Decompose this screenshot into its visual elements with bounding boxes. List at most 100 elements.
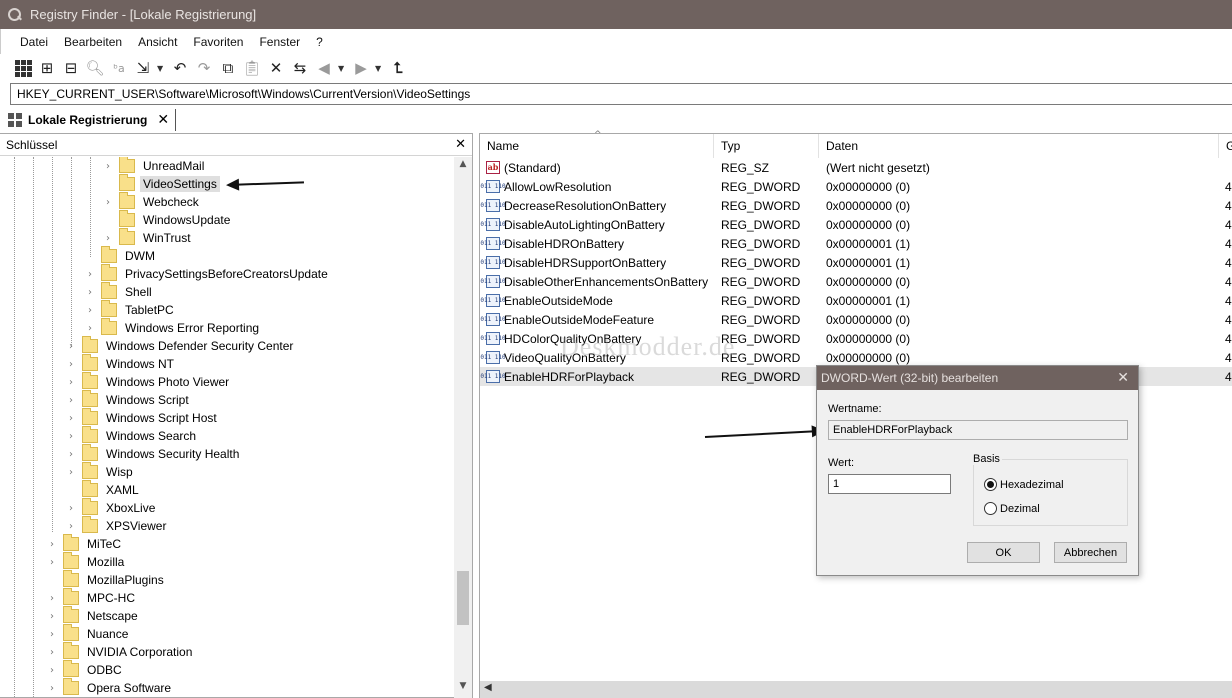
column-header-name[interactable]: ^ Name	[480, 130, 714, 158]
tree-item[interactable]: › Windows Script	[66, 390, 192, 409]
grid-icon[interactable]	[13, 58, 33, 78]
close-icon[interactable]: ✕	[157, 112, 169, 128]
tree-item[interactable]: › Shell	[85, 282, 155, 301]
chevron-down-icon[interactable]: ▼	[338, 64, 347, 73]
tree-item[interactable]: ›XAML	[66, 480, 142, 499]
chevron-right-icon[interactable]: ›	[66, 413, 76, 424]
tree-item[interactable]: › XboxLive	[66, 498, 158, 517]
menu-bearbeiten[interactable]: Bearbeiten	[56, 35, 130, 49]
chevron-right-icon[interactable]: ›	[47, 647, 57, 658]
tree-item[interactable]: › WinTrust	[103, 228, 194, 247]
list-item[interactable]: 011 110 DisableHDROnBattery REG_DWORD 0x000…	[480, 234, 1232, 253]
back-icon[interactable]: ◀	[314, 58, 334, 78]
chevron-right-icon[interactable]: ›	[85, 287, 95, 298]
list-item[interactable]: 011 110 DisableHDRSupportOnBattery REG_DWO…	[480, 253, 1232, 272]
copy-icon[interactable]: ⧉	[218, 58, 238, 78]
list-item[interactable]: 011 110 DisableOtherEnhancementsOnBattery…	[480, 272, 1232, 291]
chevron-right-icon[interactable]: ›	[85, 305, 95, 316]
tree-item[interactable]: › Opera Software	[47, 678, 174, 697]
column-header-data[interactable]: Daten	[819, 134, 1219, 158]
value-data-input[interactable]: 1	[828, 474, 951, 494]
redo-icon[interactable]: ↷	[194, 58, 214, 78]
list-item[interactable]: 011 110 DecreaseResolutionOnBattery REG_DW…	[480, 196, 1232, 215]
tree-item[interactable]: › Windows Error Reporting	[85, 318, 262, 337]
chevron-right-icon[interactable]: ›	[66, 341, 76, 352]
column-header-type[interactable]: Typ	[714, 134, 819, 158]
chevron-right-icon[interactable]: ›	[66, 359, 76, 370]
chevron-right-icon[interactable]: ›	[47, 683, 57, 694]
tree-item[interactable]: › UnreadMail	[103, 157, 207, 175]
tree-item[interactable]: › Windows NT	[66, 354, 177, 373]
tree-item[interactable]: ›DWM	[85, 246, 158, 265]
chevron-right-icon[interactable]: ›	[66, 431, 76, 442]
tree-item[interactable]: ›VideoSettings	[103, 174, 220, 193]
chevron-right-icon[interactable]: ›	[66, 521, 76, 532]
chevron-right-icon[interactable]: ›	[85, 269, 95, 280]
chevron-right-icon[interactable]: ›	[66, 449, 76, 460]
tree-item[interactable]: › NVIDIA Corporation	[47, 642, 195, 661]
tree-item[interactable]: ›MozillaPlugins	[47, 570, 167, 589]
save-icon[interactable]: ⊟	[61, 58, 81, 78]
list-item[interactable]: 011 110 EnableOutsideMode REG_DWORD 0x00000…	[480, 291, 1232, 310]
chevron-right-icon[interactable]: ›	[103, 161, 113, 172]
chevron-right-icon[interactable]: ›	[103, 233, 113, 244]
tree-item[interactable]: › TabletPC	[85, 300, 177, 319]
chevron-right-icon[interactable]: ›	[85, 323, 95, 334]
chevron-right-icon[interactable]: ›	[103, 197, 113, 208]
registry-icon[interactable]: ⊞	[37, 58, 57, 78]
tree-item[interactable]: › Webcheck	[103, 192, 202, 211]
value-name-field[interactable]: EnableHDRForPlayback	[828, 420, 1128, 440]
chevron-down-icon[interactable]: ▼	[454, 681, 472, 697]
cancel-button[interactable]: Abbrechen	[1054, 542, 1127, 563]
tree-item[interactable]: › Windows Photo Viewer	[66, 372, 232, 391]
address-bar[interactable]: HKEY_CURRENT_USER\Software\Microsoft\Win…	[10, 83, 1232, 105]
chevron-right-icon[interactable]: ›	[66, 503, 76, 514]
paste-icon[interactable]: 📋︎	[242, 58, 262, 78]
tree-item[interactable]: › PrivacySettingsBeforeCreatorsUpdate	[85, 264, 331, 283]
radio-hexadecimal[interactable]: Hexadezimal	[984, 478, 1064, 491]
menu-help[interactable]: ?	[308, 35, 331, 49]
ok-button[interactable]: OK	[967, 542, 1040, 563]
tree-item[interactable]: › MPC-HC	[47, 588, 138, 607]
radio-decimal[interactable]: Dezimal	[984, 502, 1040, 515]
tree-item[interactable]: › MiTeC	[47, 534, 124, 553]
tree-item[interactable]: › XPSViewer	[66, 516, 169, 535]
chevron-right-icon[interactable]: ›	[47, 629, 57, 640]
tree-item[interactable]: › Mozilla	[47, 552, 127, 571]
chevron-down-icon[interactable]: ▼	[157, 64, 166, 73]
chevron-up-icon[interactable]: ▲	[454, 159, 472, 175]
tree-item[interactable]: › Windows Script Host	[66, 408, 220, 427]
forward-icon[interactable]: ▶	[351, 58, 371, 78]
refresh-icon[interactable]: ⇆	[290, 58, 310, 78]
horizontal-scrollbar[interactable]: ◀	[480, 681, 1232, 698]
chevron-left-icon[interactable]: ◀	[484, 682, 492, 693]
tree-item[interactable]: › Windows Search	[66, 426, 199, 445]
tab-lokale-registrierung[interactable]: Lokale Registrierung ✕	[8, 109, 177, 131]
chevron-right-icon[interactable]: ›	[47, 611, 57, 622]
chevron-right-icon[interactable]: ›	[66, 377, 76, 388]
close-icon[interactable]: ✕	[1117, 370, 1129, 386]
chevron-right-icon[interactable]: ›	[47, 539, 57, 550]
replace-icon[interactable]: ᵇa	[109, 58, 129, 78]
tree-item[interactable]: › Nuance	[47, 624, 131, 643]
chevron-right-icon[interactable]: ›	[47, 557, 57, 568]
list-item[interactable]: 011 110 EnableOutsideModeFeature REG_DWORD…	[480, 310, 1232, 329]
menu-datei[interactable]: Datei	[12, 35, 56, 49]
export-icon[interactable]: ⇲	[133, 58, 153, 78]
chevron-right-icon[interactable]: ›	[66, 395, 76, 406]
scrollbar-thumb[interactable]	[457, 571, 469, 625]
list-item[interactable]: 011 110 AllowLowResolution REG_DWORD 0x0000…	[480, 177, 1232, 196]
parent-key-icon[interactable]: ⮤	[388, 58, 408, 78]
tree-item[interactable]: › ODBC	[47, 660, 125, 679]
chevron-down-icon[interactable]: ▼	[375, 64, 384, 73]
tree-item[interactable]: › Windows Defender Security Center	[66, 336, 296, 355]
tree-scrollbar[interactable]: ▲ ▼	[454, 157, 472, 698]
tree-item[interactable]: › Netscape	[47, 606, 141, 625]
tree-item[interactable]: › Wisp	[66, 462, 136, 481]
search-icon[interactable]: 🔍︎	[85, 58, 105, 78]
chevron-right-icon[interactable]: ›	[47, 593, 57, 604]
chevron-right-icon[interactable]: ›	[66, 467, 76, 478]
menu-favoriten[interactable]: Favoriten	[185, 35, 251, 49]
menu-ansicht[interactable]: Ansicht	[130, 35, 185, 49]
delete-icon[interactable]: ✕	[266, 58, 286, 78]
